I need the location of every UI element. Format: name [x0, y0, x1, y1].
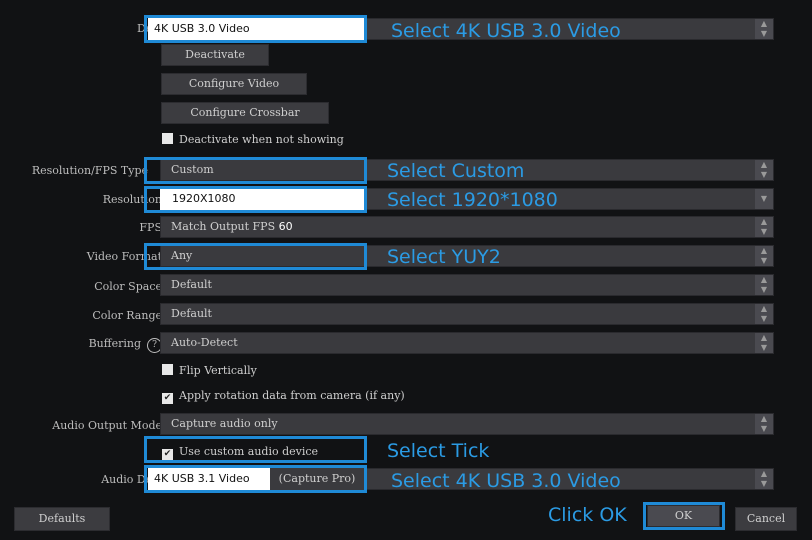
color-space-label: Color Space [94, 280, 162, 293]
chevron-updown-icon: ▲ ▼ [755, 469, 773, 489]
chevron-down-icon: ▼ [755, 189, 773, 209]
fps-value: Match Output FPS [171, 220, 276, 233]
color-range-select[interactable]: Default ▲ ▼ [160, 303, 774, 325]
tick-highlight [144, 436, 367, 463]
defaults-button[interactable]: Defaults [14, 507, 110, 531]
audio-device-highlight [144, 465, 367, 493]
yuy2-annotation: Select YUY2 [387, 246, 501, 268]
audio-output-mode-select[interactable]: Capture audio only ▲ ▼ [160, 413, 774, 435]
apply-rotation-label: Apply rotation data from camera (if any) [179, 389, 405, 402]
checkbox-unchecked-icon [162, 364, 173, 375]
ok-annotation: Click OK [548, 504, 627, 526]
audio-output-mode-label: Audio Output Mode [52, 419, 162, 432]
tick-annotation: Select Tick [387, 440, 490, 462]
device-highlight [144, 15, 367, 43]
checkbox-unchecked-icon [162, 133, 173, 144]
apply-rotation-checkbox[interactable]: ✔ Apply rotation data from camera (if any… [162, 389, 405, 404]
flip-vertically-checkbox[interactable]: Flip Vertically [162, 364, 257, 377]
resolution-highlight [144, 186, 367, 213]
color-range-value: Default [171, 307, 212, 320]
chevron-updown-icon: ▲ ▼ [755, 217, 773, 237]
chevron-updown-icon: ▲ ▼ [755, 19, 773, 39]
chevron-updown-icon: ▲ ▼ [755, 160, 773, 180]
audio-device-annotation: Select 4K USB 3.0 Video [391, 470, 621, 492]
color-range-label: Color Range [92, 309, 162, 322]
buffering-value: Auto-Detect [171, 336, 238, 349]
checkmark-icon: ✔ [162, 393, 173, 404]
fps-label: FPS [139, 221, 162, 234]
cancel-button[interactable]: Cancel [735, 507, 797, 531]
color-space-select[interactable]: Default ▲ ▼ [160, 274, 774, 296]
configure-crossbar-button[interactable]: Configure Crossbar [161, 102, 329, 124]
buffering-select[interactable]: Auto-Detect ▲ ▼ [160, 332, 774, 354]
flip-vertically-label: Flip Vertically [179, 364, 257, 377]
deactivate-button[interactable]: Deactivate [161, 44, 269, 66]
configure-video-button[interactable]: Configure Video [161, 73, 307, 95]
buffering-label-text: Buffering [88, 337, 141, 350]
chevron-updown-icon: ▲ ▼ [755, 304, 773, 324]
device-annotation: Select 4K USB 3.0 Video [391, 20, 621, 42]
custom-annotation: Select Custom [387, 160, 525, 182]
fps-select[interactable]: Match Output FPS 60 ▲ ▼ [160, 216, 774, 238]
resolution-annotation: Select 1920*1080 [387, 189, 558, 211]
chevron-updown-icon: ▲ ▼ [755, 246, 773, 266]
color-space-value: Default [171, 278, 212, 291]
custom-highlight [144, 157, 367, 184]
ok-highlight [643, 502, 725, 530]
fps-number: 60 [278, 220, 293, 233]
deactivate-not-showing-checkbox[interactable]: Deactivate when not showing [162, 133, 344, 146]
res-fps-type-label: Resolution/FPS Type [31, 164, 148, 177]
deactivate-not-showing-label: Deactivate when not showing [179, 133, 344, 146]
audio-output-mode-value: Capture audio only [171, 417, 278, 430]
chevron-updown-icon: ▲ ▼ [755, 333, 773, 353]
yuy2-highlight [144, 243, 367, 270]
buffering-label: Buffering? [89, 337, 162, 353]
chevron-updown-icon: ▲ ▼ [755, 414, 773, 434]
chevron-updown-icon: ▲ ▼ [755, 275, 773, 295]
